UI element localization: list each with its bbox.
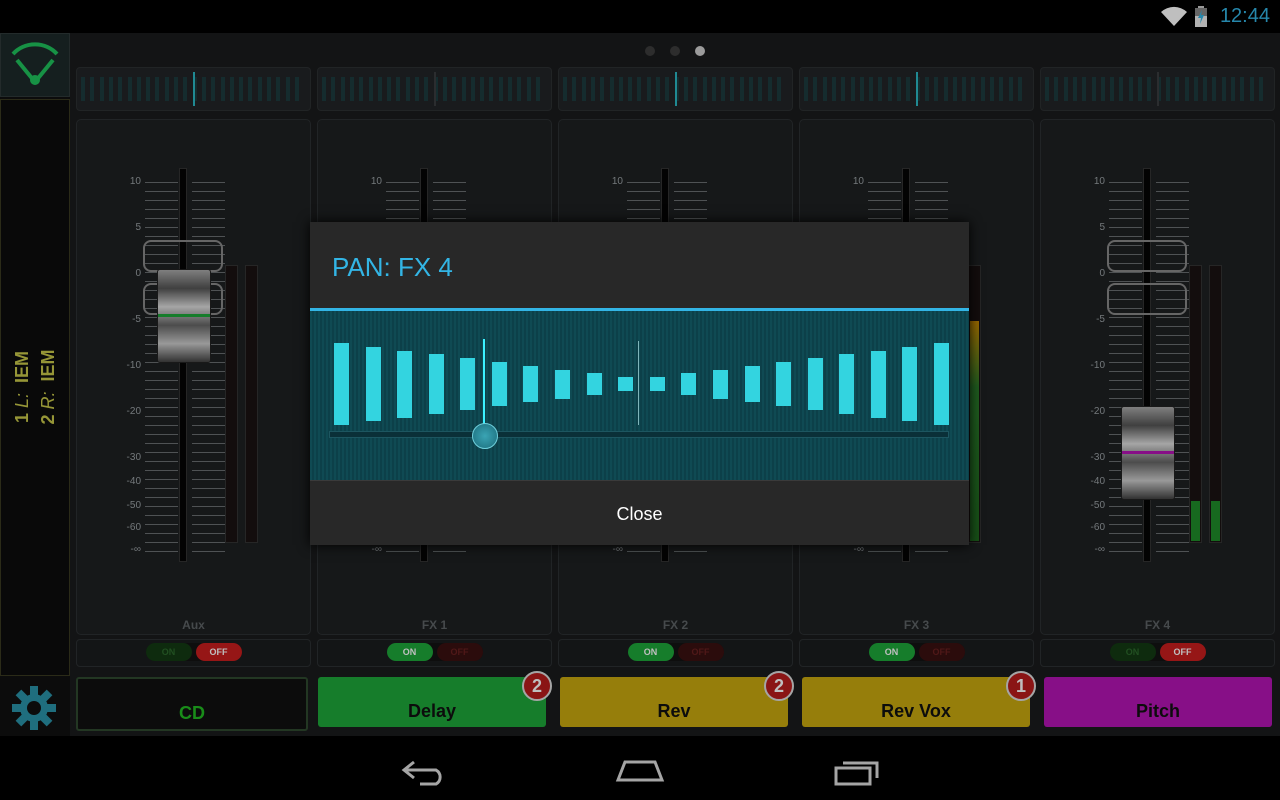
pan-level-bar	[681, 373, 697, 395]
pan-level-bar	[902, 346, 918, 422]
pan-level-bar	[523, 365, 539, 403]
pan-level-bar	[460, 358, 476, 410]
pan-level-bar	[618, 377, 634, 391]
pan-control[interactable]	[310, 311, 969, 480]
pan-center-line	[638, 341, 639, 425]
pan-level-bar	[839, 354, 855, 414]
pan-level-bar	[649, 377, 665, 391]
pan-level-bar	[744, 365, 760, 403]
pan-level-bar	[365, 346, 381, 422]
pan-level-bar	[428, 354, 444, 414]
pan-slider-track[interactable]	[329, 431, 949, 438]
pan-dialog: PAN: FX 4 Close	[310, 222, 969, 545]
pan-level-bar	[555, 369, 571, 399]
pan-level-bar	[491, 361, 507, 407]
close-button[interactable]: Close	[310, 481, 969, 545]
pan-level-bar	[870, 350, 886, 418]
pan-level-bar	[334, 342, 349, 426]
pan-level-bar	[712, 369, 728, 399]
pan-level-bar	[807, 358, 823, 410]
pan-level-bar	[776, 361, 792, 407]
dialog-title: PAN: FX 4	[332, 252, 453, 282]
pan-level-bar	[586, 373, 602, 395]
pan-level-bar	[397, 350, 413, 418]
pan-level-bar	[934, 342, 949, 426]
pan-slider-knob[interactable]	[471, 423, 498, 449]
